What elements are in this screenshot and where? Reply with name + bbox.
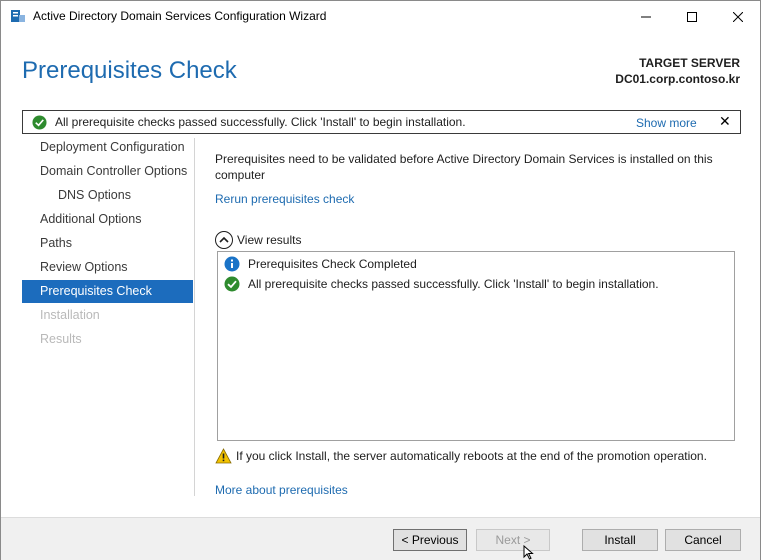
- reboot-warning: If you click Install, the server automat…: [215, 448, 707, 464]
- sidebar-item-dns-options[interactable]: DNS Options: [22, 184, 193, 207]
- sidebar-divider: [194, 138, 195, 496]
- wizard-footer: < Previous Next > Install Cancel: [1, 517, 760, 560]
- sidebar-item-additional-options[interactable]: Additional Options: [22, 208, 193, 231]
- sidebar-item-prerequisites-check[interactable]: Prerequisites Check: [22, 280, 193, 303]
- target-server-name: DC01.corp.contoso.kr: [615, 72, 740, 86]
- more-about-prerequisites-link[interactable]: More about prerequisites: [215, 483, 348, 497]
- maximize-button[interactable]: [669, 1, 715, 32]
- check-circle-icon: [32, 115, 47, 130]
- server-manager-icon: [11, 10, 25, 22]
- sidebar-item-results: Results: [40, 332, 82, 346]
- view-results-toggle[interactable]: View results: [215, 231, 301, 249]
- sidebar-item-paths[interactable]: Paths: [22, 232, 193, 255]
- notification-close-icon[interactable]: ✕: [719, 113, 731, 130]
- close-icon: [733, 11, 743, 22]
- notification-message: All prerequisite checks passed successfu…: [55, 115, 466, 129]
- wizard-window: Active Directory Domain Services Configu…: [0, 0, 761, 560]
- mouse-cursor-icon: [523, 545, 534, 560]
- notification-bar: All prerequisite checks passed successfu…: [22, 110, 741, 134]
- intro-text: Prerequisites need to be validated befor…: [215, 152, 713, 182]
- result-row: Prerequisites Check Completed: [224, 255, 417, 273]
- minimize-icon: [641, 16, 651, 17]
- result-row: All prerequisite checks passed successfu…: [224, 275, 659, 293]
- show-more-link[interactable]: Show more: [636, 116, 697, 130]
- close-button[interactable]: [715, 1, 761, 32]
- sidebar-item-deployment-configuration[interactable]: Deployment Configuration: [22, 136, 193, 159]
- window-title: Active Directory Domain Services Configu…: [33, 9, 327, 23]
- sidebar-item-installation: Installation: [40, 308, 100, 322]
- cancel-button[interactable]: Cancel: [665, 529, 741, 551]
- wizard-steps-nav: Deployment Configuration Domain Controll…: [22, 136, 194, 496]
- rerun-prerequisites-link[interactable]: Rerun prerequisites check: [215, 192, 354, 206]
- warning-icon: [215, 448, 232, 464]
- page-title: Prerequisites Check: [22, 57, 237, 84]
- title-bar: Active Directory Domain Services Configu…: [1, 1, 760, 32]
- result-text: All prerequisite checks passed successfu…: [248, 277, 659, 291]
- sidebar-item-domain-controller-options[interactable]: Domain Controller Options: [22, 160, 193, 183]
- result-text: Prerequisites Check Completed: [248, 257, 417, 271]
- warning-text: If you click Install, the server automat…: [236, 449, 707, 463]
- info-icon: [224, 256, 240, 272]
- minimize-button[interactable]: [623, 1, 669, 32]
- results-list[interactable]: Prerequisites Check Completed All prereq…: [217, 251, 735, 441]
- previous-button[interactable]: < Previous: [393, 529, 467, 551]
- target-server-label: TARGET SERVER: [639, 56, 740, 70]
- next-button: Next >: [476, 529, 550, 551]
- check-circle-icon: [224, 276, 240, 292]
- chevron-up-icon: [215, 231, 233, 249]
- view-results-label: View results: [237, 233, 302, 247]
- sidebar-item-review-options[interactable]: Review Options: [22, 256, 193, 279]
- install-button[interactable]: Install: [582, 529, 658, 551]
- maximize-icon: [687, 11, 697, 22]
